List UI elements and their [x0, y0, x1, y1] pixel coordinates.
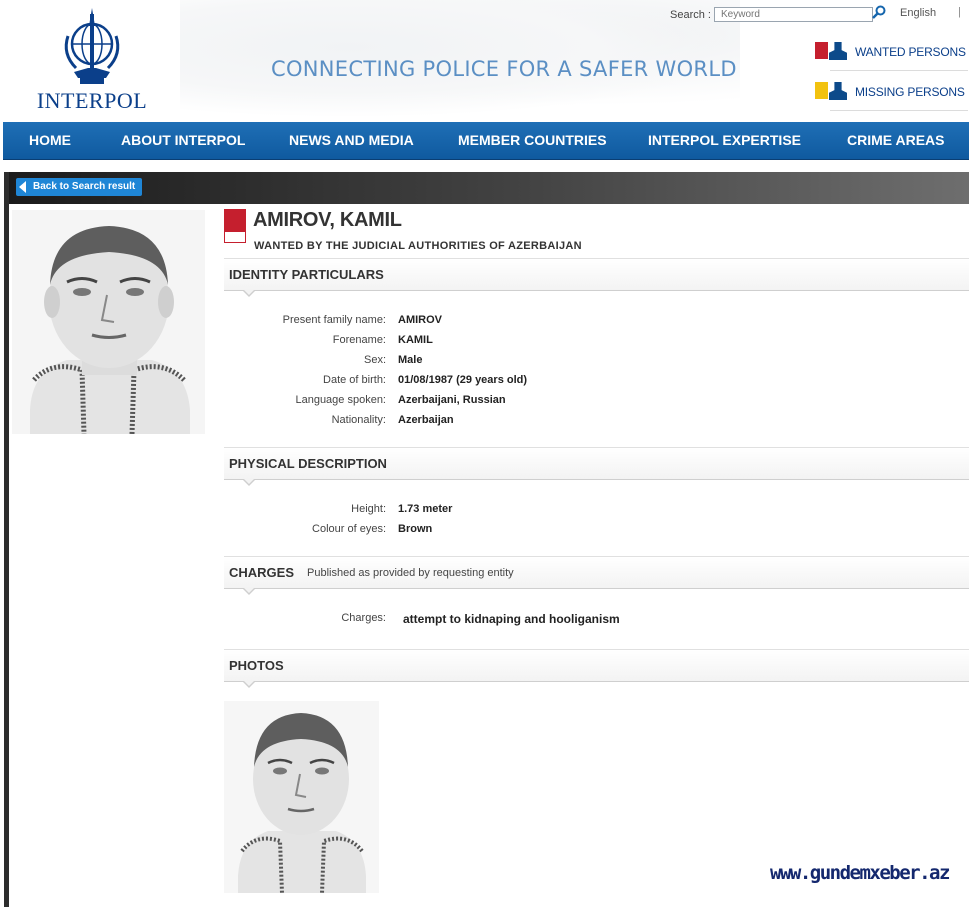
detail-value: 01/08/1987 (29 years old)	[398, 374, 528, 386]
yellow-notice-icon	[815, 82, 828, 99]
section-title: PHYSICAL DESCRIPTION	[229, 456, 387, 471]
detail-row: Language spoken: Azerbaijani, Russian	[224, 394, 969, 414]
content-left-border	[4, 172, 9, 907]
site-header: INTERPOL CONNECTING POLICE FOR A SAFER W…	[0, 0, 969, 122]
detail-label: Language spoken:	[295, 394, 386, 406]
detail-label: Nationality:	[331, 414, 386, 426]
detail-label: Forename:	[332, 334, 386, 346]
suspect-portrait-image	[224, 701, 379, 893]
detail-row: Nationality: Azerbaijan	[224, 414, 969, 434]
divider	[830, 70, 968, 71]
detail-row: Forename: KAMIL	[224, 334, 969, 354]
charges-header: CHARGES Published as provided by request…	[224, 556, 969, 595]
section-title: PHOTOS	[229, 658, 284, 673]
interpol-logo[interactable]: INTERPOL	[34, 6, 150, 113]
main-navigation: HOME ABOUT INTERPOL NEWS AND MEDIA MEMBE…	[3, 122, 969, 160]
person-silhouette-icon	[829, 42, 847, 60]
section-title: CHARGES	[229, 565, 295, 580]
detail-row: Present family name: AMIROV	[224, 314, 969, 334]
wanted-persons-label: WANTED PERSONS	[855, 45, 966, 59]
nav-crime-areas[interactable]: CRIME AREAS	[847, 122, 945, 159]
missing-persons-label: MISSING PERSONS	[855, 85, 965, 99]
interpol-emblem-icon	[64, 8, 120, 84]
photos-header: PHOTOS	[224, 649, 969, 688]
detail-row: Charges: attempt to kidnaping and hoolig…	[224, 612, 969, 632]
search-icon[interactable]	[872, 5, 886, 19]
detail-row: Sex: Male	[224, 354, 969, 374]
detail-row: Colour of eyes: Brown	[224, 523, 969, 543]
detail-value: 1.73 meter	[398, 503, 453, 515]
back-to-search-button[interactable]: Back to Search result	[16, 178, 142, 196]
wanted-by-text: WANTED BY THE JUDICIAL AUTHORITIES OF AZ…	[254, 240, 582, 252]
detail-label: Date of birth:	[323, 374, 386, 386]
suspect-portrait-image	[12, 210, 205, 434]
identity-particulars-header: IDENTITY PARTICULARS	[224, 258, 969, 297]
detail-row: Date of birth: 01/08/1987 (29 years old)	[224, 374, 969, 394]
section-title: IDENTITY PARTICULARS	[229, 267, 384, 282]
detail-value: Brown	[398, 523, 433, 535]
nav-home[interactable]: HOME	[29, 122, 71, 159]
content-toolbar	[9, 172, 969, 204]
nav-about-interpol[interactable]: ABOUT INTERPOL	[121, 122, 245, 159]
logo-text: INTERPOL	[36, 88, 148, 113]
section-subtitle: Published as provided by requesting enti…	[307, 567, 514, 579]
nav-interpol-expertise[interactable]: INTERPOL EXPERTISE	[648, 122, 801, 159]
detail-label: Sex:	[363, 354, 386, 366]
detail-label: Colour of eyes:	[312, 523, 386, 535]
person-name: AMIROV, KAMIL	[253, 209, 402, 231]
detail-row: Height: 1.73 meter	[224, 503, 969, 523]
search-label: Search :	[670, 9, 711, 21]
suspect-photo-thumbnail[interactable]	[224, 701, 379, 893]
detail-label: Present family name:	[282, 314, 386, 326]
red-notice-badge-icon	[224, 209, 246, 243]
nav-news-and-media[interactable]: NEWS AND MEDIA	[289, 122, 414, 159]
search-input[interactable]	[714, 7, 873, 22]
detail-value: Azerbaijani, Russian	[398, 394, 506, 406]
nav-member-countries[interactable]: MEMBER COUNTRIES	[458, 122, 607, 159]
language-separator: |	[958, 6, 961, 18]
detail-value: KAMIL	[398, 334, 433, 346]
detail-value: Azerbaijan	[398, 414, 454, 426]
detail-value: AMIROV	[398, 314, 442, 326]
red-notice-icon	[815, 42, 828, 59]
detail-label: Charges:	[341, 612, 386, 624]
detail-value: Male	[398, 354, 423, 366]
detail-label: Height:	[351, 503, 386, 515]
watermark: www.gundemxeber.az	[770, 862, 950, 884]
physical-description-header: PHYSICAL DESCRIPTION	[224, 447, 969, 486]
suspect-photo[interactable]	[12, 210, 205, 434]
language-selector[interactable]: English	[900, 7, 936, 19]
detail-value: attempt to kidnaping and hooliganism	[403, 612, 620, 626]
site-tagline: CONNECTING POLICE FOR A SAFER WORLD	[271, 57, 737, 81]
person-silhouette-icon	[829, 82, 847, 100]
divider	[830, 110, 968, 111]
